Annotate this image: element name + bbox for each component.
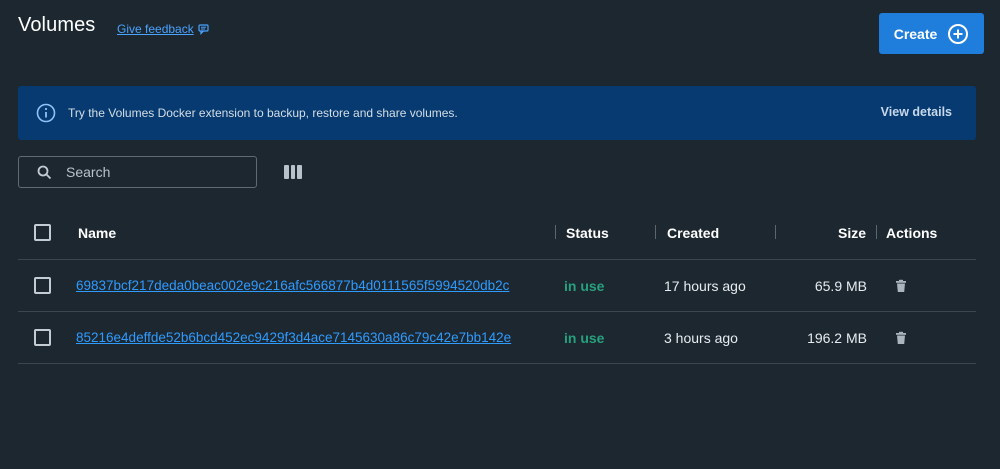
give-feedback-link[interactable]: Give feedback <box>117 22 210 36</box>
created-time: 17 hours ago <box>664 277 746 294</box>
column-header-actions: Actions <box>886 224 938 241</box>
volume-size: 65.9 MB <box>814 277 867 294</box>
column-header-name[interactable]: Name <box>78 206 116 259</box>
volumes-table: Name Status Created Size Actions 69837bc… <box>18 206 976 364</box>
created-time: 3 hours ago <box>664 329 738 346</box>
column-divider[interactable] <box>555 225 556 239</box>
chat-bubble-icon <box>198 24 209 35</box>
column-divider[interactable] <box>775 225 776 239</box>
trash-icon[interactable] <box>894 279 908 293</box>
plus-circle-icon <box>948 23 969 44</box>
column-header-status[interactable]: Status <box>566 206 609 259</box>
volume-size: 196.2 MB <box>807 329 867 346</box>
volume-name-link[interactable]: 69837bcf217deda0beac002e9c216afc566877b4… <box>76 278 556 293</box>
row-checkbox[interactable] <box>34 277 51 294</box>
column-header-created[interactable]: Created <box>667 206 719 259</box>
table-header-row: Name Status Created Size Actions <box>18 206 976 260</box>
table-row: 85216e4deffde52b6bcd452ec9429f3d4ace7145… <box>18 312 976 364</box>
search-box[interactable] <box>18 156 257 188</box>
create-button[interactable]: Create <box>879 13 984 54</box>
volume-name-link[interactable]: 85216e4deffde52b6bcd452ec9429f3d4ace7145… <box>76 330 556 345</box>
give-feedback-label: Give feedback <box>117 22 194 36</box>
search-icon <box>37 165 52 179</box>
volumes-page: Volumes Give feedback Create Try the Vol… <box>0 0 1000 469</box>
status-badge: in use <box>564 329 605 346</box>
trash-icon[interactable] <box>894 331 908 345</box>
info-icon <box>36 103 56 123</box>
column-header-size[interactable]: Size <box>778 206 866 259</box>
view-details-link[interactable]: View details <box>881 105 952 119</box>
banner-text: Try the Volumes Docker extension to back… <box>68 106 458 120</box>
page-title: Volumes <box>18 14 96 36</box>
select-all-checkbox[interactable] <box>34 224 51 241</box>
extension-banner: Try the Volumes Docker extension to back… <box>18 86 976 140</box>
search-input[interactable] <box>66 164 246 180</box>
status-badge: in use <box>564 277 605 294</box>
create-label: Create <box>893 25 938 42</box>
columns-icon[interactable] <box>284 165 303 179</box>
column-divider[interactable] <box>655 225 656 239</box>
table-row: 69837bcf217deda0beac002e9c216afc566877b4… <box>18 260 976 312</box>
row-checkbox[interactable] <box>34 329 51 346</box>
column-divider[interactable] <box>876 225 877 239</box>
